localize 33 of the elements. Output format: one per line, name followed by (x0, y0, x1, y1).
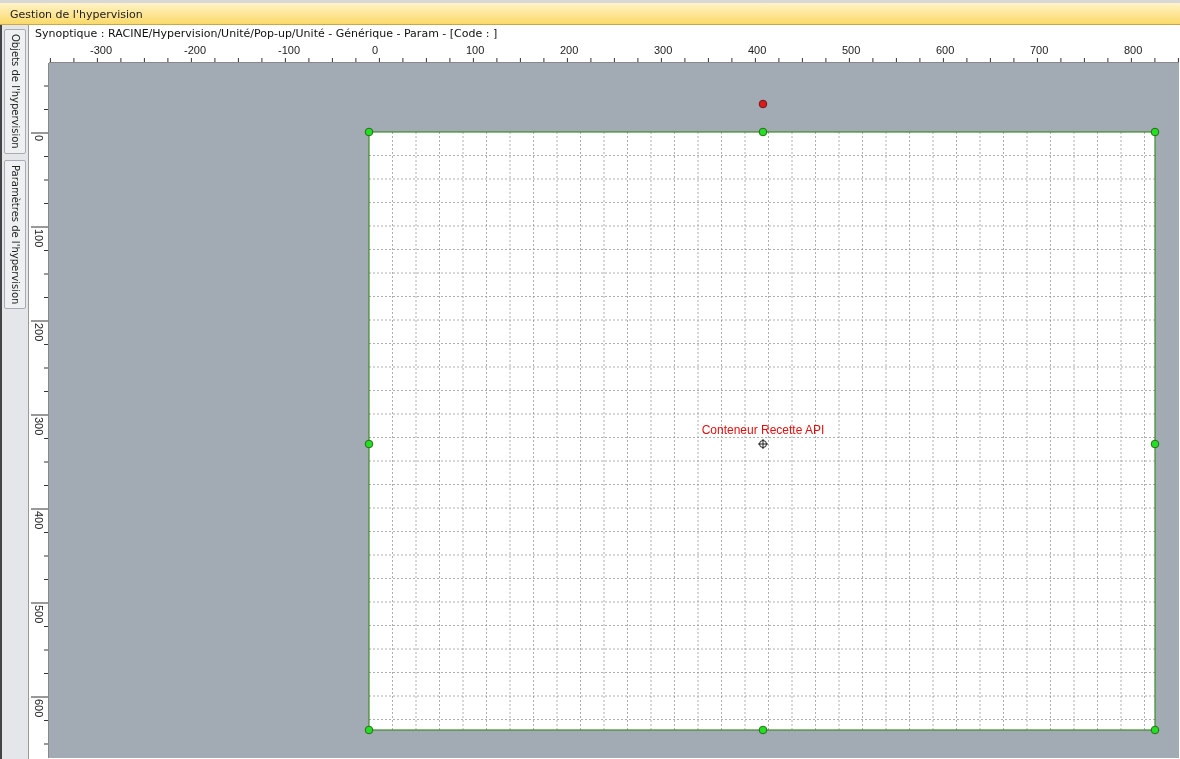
resize-handle[interactable] (364, 127, 374, 137)
ruler-label: -300 (90, 44, 113, 56)
ruler-label: 400 (33, 511, 45, 530)
ruler-label: 600 (936, 44, 955, 56)
rotate-handle[interactable] (758, 99, 768, 109)
resize-handle[interactable] (1150, 439, 1160, 449)
ruler-label: 100 (33, 229, 45, 248)
side-tab[interactable]: Objets de l'hypervision (4, 29, 26, 154)
container-label: Conteneur Recette API (701, 423, 825, 437)
resize-handle[interactable] (758, 127, 768, 137)
ruler-label: 200 (560, 44, 579, 56)
ruler-label: 0 (372, 44, 379, 56)
ruler-label: 800 (1124, 44, 1143, 56)
ruler-label: 400 (748, 44, 767, 56)
ruler-label: 700 (1030, 44, 1049, 56)
resize-handle[interactable] (364, 725, 374, 735)
resize-handle[interactable] (364, 439, 374, 449)
resize-handle[interactable] (758, 725, 768, 735)
ruler-label: 300 (33, 417, 45, 436)
ruler-label: 500 (33, 605, 45, 624)
resize-handle[interactable] (1150, 725, 1160, 735)
resize-handle[interactable] (1150, 127, 1160, 137)
ruler-label: 0 (33, 135, 45, 142)
ruler-label: -200 (184, 44, 207, 56)
side-tab[interactable]: Paramètres de l'hypervision (4, 159, 26, 310)
ruler-label: 100 (466, 44, 485, 56)
ruler-label: -100 (278, 44, 301, 56)
ruler-label: 500 (842, 44, 861, 56)
crosshair-icon (757, 438, 769, 450)
ruler-label: 200 (33, 323, 45, 342)
ruler-label: 600 (33, 699, 45, 718)
ruler-label: 300 (654, 44, 673, 56)
window-title: Gestion de l'hypervision (0, 0, 1180, 25)
